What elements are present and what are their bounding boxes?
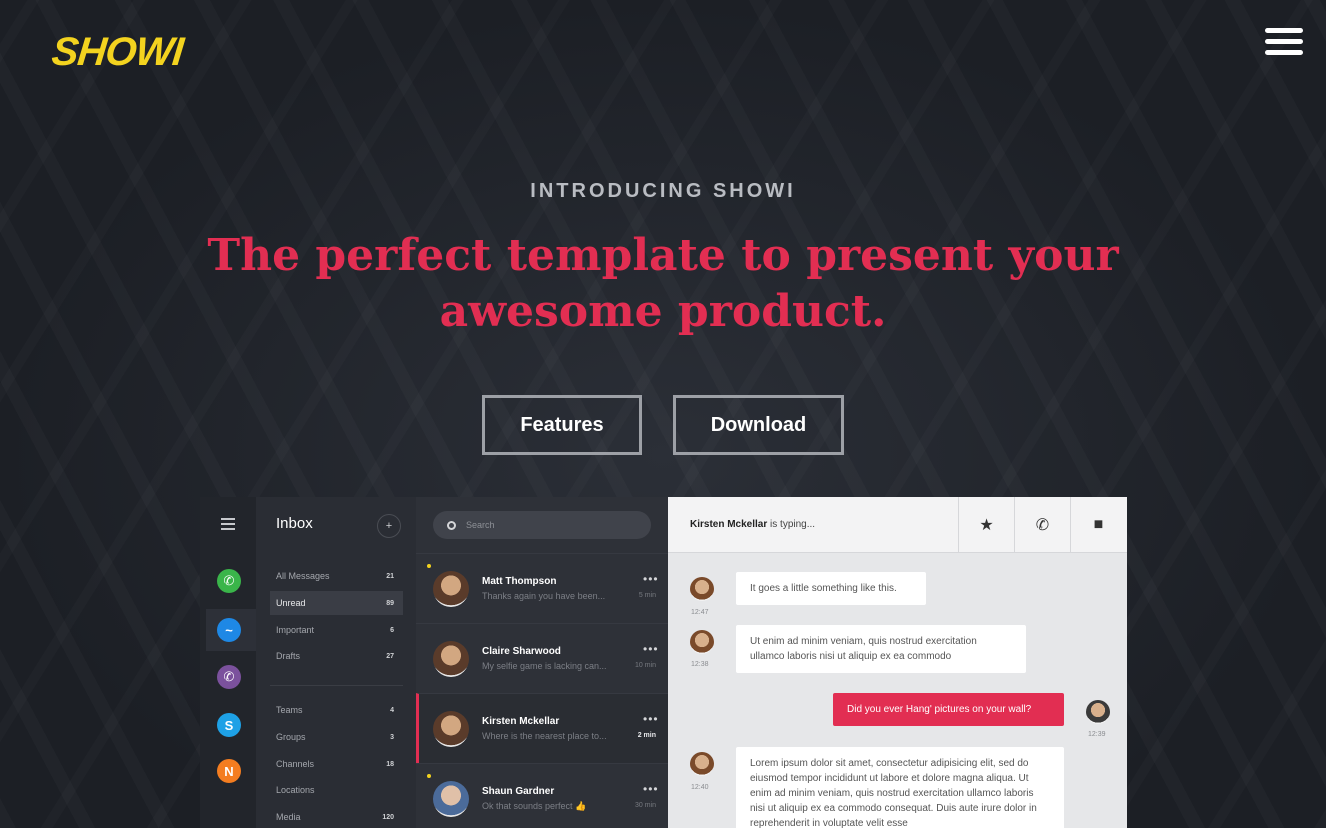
- features-button[interactable]: Features: [482, 395, 642, 455]
- logo[interactable]: SHOWI: [50, 30, 185, 75]
- group-label: Locations: [276, 785, 315, 795]
- inbox-panel: Inbox + All Messages 21 Unread 89 Import…: [256, 497, 416, 828]
- avatar: [1086, 700, 1110, 724]
- group-media[interactable]: Media 120: [270, 805, 403, 828]
- n-app-icon[interactable]: N: [217, 759, 241, 783]
- group-teams[interactable]: Teams 4: [270, 698, 403, 722]
- conversation-name: Shaun Gardner: [482, 786, 555, 797]
- whatsapp-icon[interactable]: ✆: [217, 569, 241, 593]
- conversation-name: Matt Thompson: [482, 576, 557, 587]
- avatar: [690, 577, 714, 601]
- avatar: [690, 752, 714, 776]
- message-time: 12:40: [691, 784, 709, 791]
- skype-icon[interactable]: S: [217, 713, 241, 737]
- message-time: 12:47: [691, 609, 709, 616]
- unread-dot: [427, 564, 431, 568]
- typing-name: Kirsten Mckellar: [690, 519, 768, 530]
- folder-all-messages[interactable]: All Messages 21: [270, 564, 403, 588]
- avatar: [690, 630, 714, 654]
- more-options-icon[interactable]: •••: [643, 712, 659, 726]
- folder-label: Drafts: [276, 651, 301, 661]
- group-groups[interactable]: Groups 3: [270, 725, 403, 749]
- group-locations[interactable]: Locations: [270, 778, 403, 802]
- avatar: [433, 641, 469, 677]
- group-channels[interactable]: Channels 18: [270, 752, 403, 776]
- download-button[interactable]: Download: [673, 395, 844, 455]
- conversation-time: 2 min: [637, 732, 656, 739]
- video-camera-icon[interactable]: ■: [1070, 497, 1126, 553]
- group-label: Media: [276, 812, 301, 822]
- folder-label: Unread: [276, 598, 306, 608]
- message-time: 12:39: [1088, 731, 1106, 738]
- chat-panel: Kirsten Mckellar is typing... ★ ✆ ■ 12:4…: [668, 497, 1127, 828]
- search-placeholder: Search: [466, 520, 495, 530]
- folder-divider: [270, 685, 403, 686]
- group-count: 18: [386, 760, 394, 768]
- conversation-item[interactable]: Matt Thompson Thanks again you have been…: [416, 553, 668, 623]
- conversation-preview: My selfie game is lacking can...: [482, 661, 607, 671]
- conversation-list: Search Matt Thompson Thanks again you ha…: [416, 497, 668, 828]
- message-time: 12:38: [691, 661, 709, 668]
- app-rail: ✆ ~ ✆ S N: [200, 497, 256, 828]
- folder-count: 89: [386, 599, 394, 607]
- conversation-time: 5 min: [638, 592, 656, 599]
- folder-unread[interactable]: Unread 89: [270, 591, 403, 615]
- message-bubble: Lorem ipsum dolor sit amet, consectetur …: [736, 747, 1064, 828]
- app-mockup: ✆ ~ ✆ S N Inbox + All Messages 21 Unread…: [200, 497, 1127, 828]
- search-icon: [447, 520, 456, 530]
- typing-suffix: is typing...: [767, 519, 816, 530]
- typing-indicator: Kirsten Mckellar is typing...: [690, 519, 815, 530]
- group-count: 3: [390, 733, 394, 741]
- more-options-icon[interactable]: •••: [643, 642, 659, 656]
- group-count: 4: [390, 706, 394, 714]
- search-input[interactable]: Search: [433, 511, 651, 539]
- chat-header: Kirsten Mckellar is typing... ★ ✆ ■: [668, 497, 1127, 553]
- group-label: Channels: [276, 759, 315, 769]
- folder-label: All Messages: [276, 571, 330, 581]
- hero-eyebrow: INTRODUCING SHOWI: [530, 180, 796, 202]
- folder-important[interactable]: Important 6: [270, 618, 403, 642]
- conversation-name: Kirsten Mckellar: [482, 716, 560, 727]
- conversation-preview: Where is the nearest place to...: [482, 731, 607, 741]
- folder-drafts[interactable]: Drafts 27: [270, 644, 403, 668]
- conversation-item[interactable]: Shaun Gardner Ok that sounds perfect 👍 •…: [416, 763, 668, 828]
- avatar: [433, 711, 469, 747]
- message-bubble-sent: Did you ever Hang' pictures on your wall…: [833, 693, 1064, 726]
- group-label: Groups: [276, 732, 306, 742]
- messenger-icon[interactable]: ~: [217, 618, 241, 642]
- folder-count: 21: [386, 572, 394, 580]
- folder-count: 6: [390, 626, 394, 634]
- avatar: [433, 571, 469, 607]
- hero-headline: The perfect template to present your awe…: [207, 230, 1119, 337]
- conversation-item[interactable]: Claire Sharwood My selfie game is lackin…: [416, 623, 668, 693]
- star-icon[interactable]: ★: [958, 497, 1014, 553]
- inbox-title: Inbox: [276, 515, 313, 532]
- conversation-preview: Ok that sounds perfect 👍: [482, 801, 587, 811]
- conversation-time: 30 min: [634, 802, 656, 809]
- group-label: Teams: [276, 705, 303, 715]
- message-bubble: Ut enim ad minim veniam, quis nostrud ex…: [736, 625, 1026, 673]
- folder-label: Important: [276, 625, 315, 635]
- app-menu-icon[interactable]: [221, 518, 235, 533]
- unread-dot: [427, 774, 431, 778]
- add-contact-icon[interactable]: +: [377, 514, 401, 538]
- viber-icon[interactable]: ✆: [217, 665, 241, 689]
- more-options-icon[interactable]: •••: [643, 782, 659, 796]
- group-count: 120: [382, 813, 394, 821]
- conversation-preview: Thanks again you have been...: [482, 591, 606, 601]
- message-bubble: It goes a little something like this.: [736, 572, 926, 605]
- phone-icon[interactable]: ✆: [1014, 497, 1070, 553]
- conversation-item-active[interactable]: Kirsten Mckellar Where is the nearest pl…: [416, 693, 668, 763]
- conversation-time: 10 min: [634, 662, 656, 669]
- avatar: [433, 781, 469, 817]
- hamburger-menu-icon[interactable]: [1265, 28, 1303, 58]
- folder-count: 27: [386, 652, 394, 660]
- more-options-icon[interactable]: •••: [643, 572, 659, 586]
- conversation-name: Claire Sharwood: [482, 646, 561, 657]
